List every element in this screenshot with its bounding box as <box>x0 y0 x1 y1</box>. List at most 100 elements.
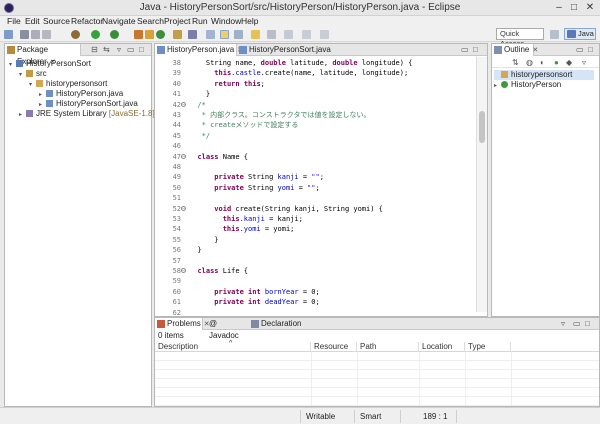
maximize-icon[interactable]: □ <box>567 2 581 13</box>
prev-annotation-icon[interactable] <box>267 30 276 39</box>
maximize-view-icon[interactable]: □ <box>585 319 590 328</box>
run-icon[interactable] <box>91 30 100 39</box>
toggle-highlight-icon[interactable] <box>220 30 229 39</box>
tree-item-project[interactable]: ▾ HistoryPersonSort <box>9 59 91 69</box>
menu-help[interactable]: Help <box>241 16 258 27</box>
run-external-icon[interactable] <box>110 30 119 39</box>
code-line[interactable]: this.yomi = yomi; <box>189 224 295 234</box>
code-line[interactable]: private String kanji = ""; <box>189 172 324 182</box>
code-line[interactable]: private String yomi = ""; <box>189 183 319 193</box>
close-icon[interactable]: ✕ <box>532 47 538 54</box>
toggle-mark-icon[interactable] <box>206 30 215 39</box>
new-package-icon[interactable] <box>145 30 154 39</box>
next-annotation-icon[interactable] <box>251 30 260 39</box>
minimize-editor-icon[interactable]: ▭ <box>461 45 469 54</box>
column-path[interactable]: Path <box>357 342 419 352</box>
sort-icon[interactable]: ⇅ <box>512 58 519 67</box>
view-menu-icon[interactable]: ▿ <box>561 319 565 328</box>
minimize-icon[interactable]: – <box>552 2 566 13</box>
outline-item-class[interactable]: ▸ HistoryPerson <box>494 80 561 90</box>
code-line[interactable]: /* <box>189 100 205 110</box>
save-all-icon[interactable] <box>31 30 40 39</box>
code-line[interactable]: String name, double latitude, double lon… <box>189 58 413 68</box>
expand-twisty-icon[interactable]: ▸ <box>19 110 26 120</box>
menu-source[interactable]: Source <box>43 16 70 27</box>
hide-fields-icon[interactable]: ◍ <box>526 58 533 67</box>
code-line[interactable]: */ <box>189 131 210 141</box>
minimize-view-icon[interactable]: ▭ <box>573 319 581 328</box>
column-type[interactable]: Type <box>465 342 511 352</box>
outline-item-package[interactable]: historypersonsort <box>494 70 594 80</box>
menu-edit[interactable]: Edit <box>25 16 40 27</box>
code-line[interactable]: } <box>189 89 210 99</box>
expand-twisty-icon[interactable]: ▾ <box>19 70 26 80</box>
tab-package-explorer[interactable]: Package Explorer ✕ <box>5 44 81 66</box>
hide-nonpublic-icon[interactable]: ● <box>554 58 559 67</box>
back-icon[interactable] <box>302 30 311 39</box>
maximize-editor-icon[interactable]: □ <box>473 45 478 54</box>
search-icon[interactable] <box>188 30 197 39</box>
view-menu-icon[interactable]: ▿ <box>117 45 121 54</box>
open-perspective-icon[interactable] <box>550 30 559 39</box>
tree-item-src[interactable]: ▾ src <box>19 69 47 79</box>
new-class-icon[interactable] <box>156 30 165 39</box>
expand-twisty-icon[interactable]: ▸ <box>494 81 501 91</box>
fold-toggle-icon[interactable]: − <box>181 268 186 274</box>
new-java-project-icon[interactable] <box>134 30 143 39</box>
code-line[interactable]: } <box>189 235 218 245</box>
code-line[interactable]: return this; <box>189 79 265 89</box>
code-line[interactable]: this.castle.create(name, latitude, longi… <box>189 68 408 78</box>
tab-outline[interactable]: Outline ✕ <box>492 44 538 56</box>
fold-toggle-icon[interactable]: − <box>181 153 186 159</box>
menu-run[interactable]: Run <box>192 16 208 27</box>
tab-problems[interactable]: Problems ✕ <box>155 318 210 330</box>
column-location[interactable]: Location <box>419 342 465 352</box>
hide-local-types-icon[interactable]: ◆ <box>566 58 572 67</box>
print-icon[interactable] <box>42 30 51 39</box>
tree-item-jre-library[interactable]: ▸ JRE System Library [JavaSE-1.8] <box>19 109 155 119</box>
code-line[interactable]: private int deadYear = 0; <box>189 297 319 307</box>
code-line[interactable]: void create(String kanji, String yomi) { <box>189 204 383 214</box>
collapse-all-icon[interactable]: ⊟ <box>91 45 98 54</box>
forward-icon[interactable] <box>320 30 329 39</box>
last-edit-icon[interactable] <box>284 30 293 39</box>
code-line[interactable]: this.kanji = kanji; <box>189 214 303 224</box>
code-line[interactable]: class Life { <box>189 266 248 276</box>
link-with-editor-icon[interactable]: ⇆ <box>103 45 110 54</box>
expand-twisty-icon[interactable]: ▾ <box>9 60 16 70</box>
minimize-view-icon[interactable]: ▭ <box>127 45 135 54</box>
tree-item-package[interactable]: ▾ historypersonsort <box>29 79 107 89</box>
minimize-view-icon[interactable]: ▭ <box>576 45 584 54</box>
expand-twisty-icon[interactable]: ▾ <box>29 80 36 90</box>
menu-refactor[interactable]: Refactor <box>71 16 103 27</box>
code-line[interactable]: * createメソッドで設定する <box>189 120 299 130</box>
open-type-icon[interactable] <box>173 30 182 39</box>
new-icon[interactable] <box>4 30 13 39</box>
editor-vertical-scrollbar[interactable] <box>476 57 487 312</box>
code-line[interactable]: class Name { <box>189 152 248 162</box>
menu-search[interactable]: Search <box>137 16 164 27</box>
show-whitespace-icon[interactable] <box>234 30 243 39</box>
fold-toggle-icon[interactable]: − <box>181 205 186 211</box>
maximize-view-icon[interactable]: □ <box>139 45 144 54</box>
tab-historyperson-java[interactable]: HistoryPerson.java✕ <box>155 44 243 56</box>
close-icon[interactable]: ✕ <box>583 2 597 13</box>
tree-item-historypersonsort-java[interactable]: ▸ HistoryPersonSort.java <box>39 99 138 109</box>
code-text[interactable]: String name, double latitude, double lon… <box>189 57 475 312</box>
tree-item-historyperson-java[interactable]: ▸ HistoryPerson.java <box>39 89 123 99</box>
code-line[interactable]: * 内部クラス。コンストラクタでは値を設定しない。 <box>189 110 371 120</box>
tab-historypersonsort-java[interactable]: HistoryPersonSort.java <box>237 44 331 56</box>
save-icon[interactable] <box>20 30 29 39</box>
scroll-thumb[interactable] <box>479 111 485 143</box>
menu-window[interactable]: Window <box>211 16 241 27</box>
tab-declaration[interactable]: Declaration <box>249 318 305 330</box>
menu-navigate[interactable]: Navigate <box>102 16 136 27</box>
java-perspective-button[interactable]: Java <box>564 28 596 40</box>
menu-file[interactable]: File <box>7 16 21 27</box>
debug-icon[interactable] <box>71 30 80 39</box>
code-line[interactable]: } <box>189 245 201 255</box>
column-resource[interactable]: Resource <box>311 342 357 352</box>
code-line[interactable]: private int bornYear = 0; <box>189 287 319 297</box>
hide-static-icon[interactable]: ◐ <box>540 58 545 67</box>
tab-javadoc[interactable]: @ Javadoc <box>205 318 247 340</box>
